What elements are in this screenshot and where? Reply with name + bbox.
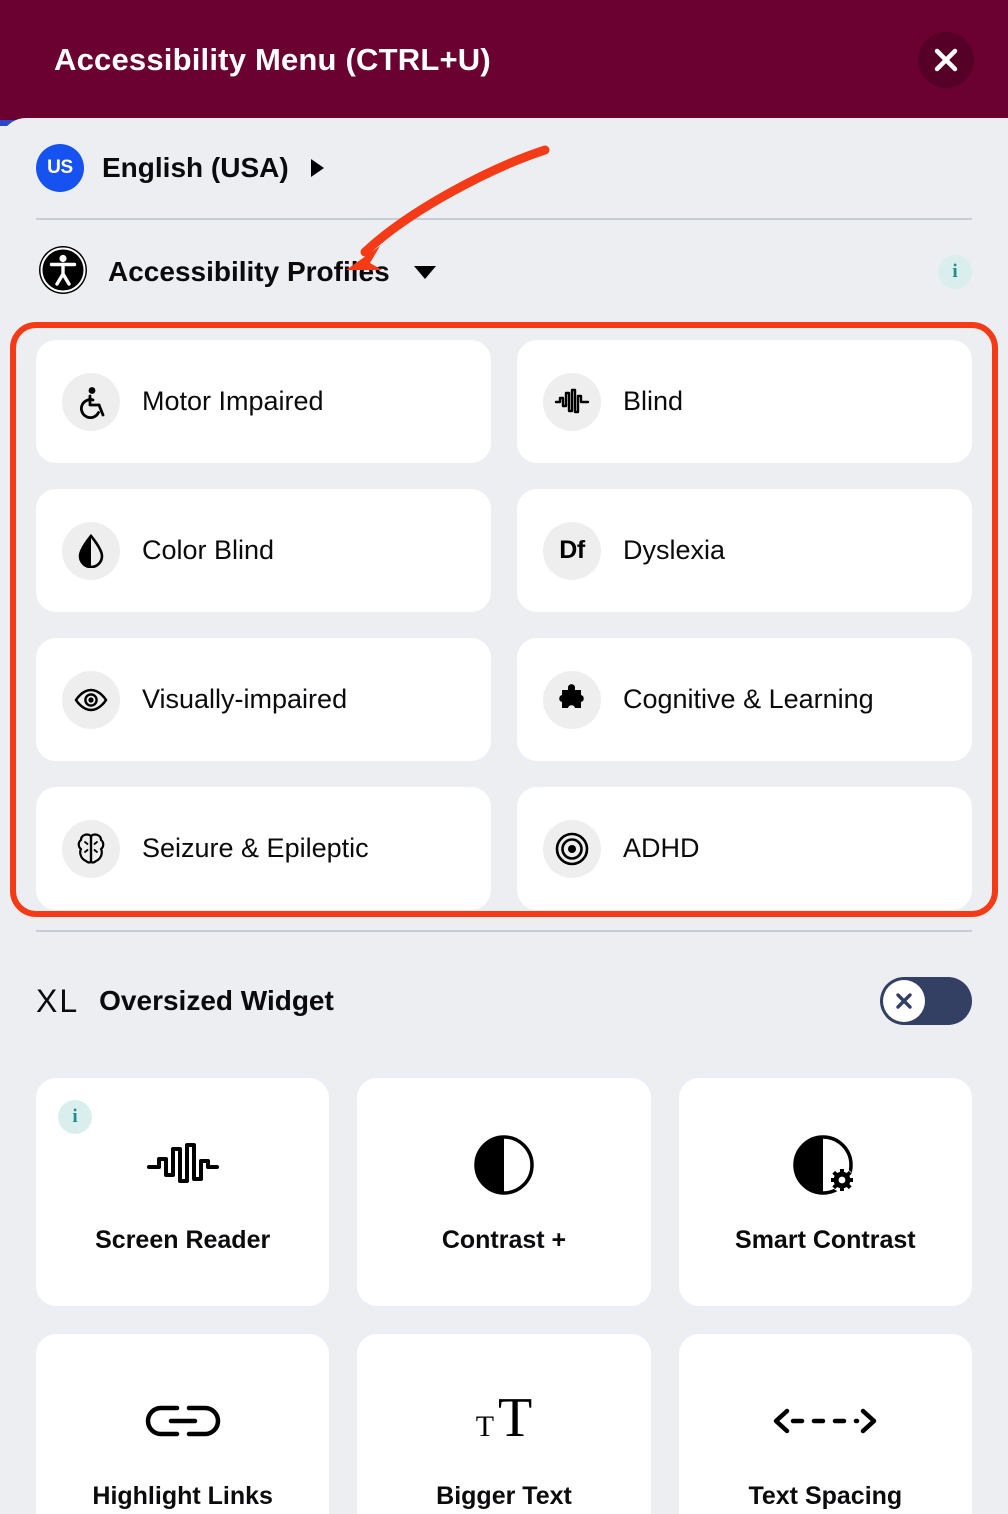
x-icon [896, 993, 912, 1009]
chevron-right-icon [310, 159, 324, 177]
df-letters-icon: Df [543, 521, 601, 580]
feature-tile-highlight-links[interactable]: Highlight Links [36, 1334, 330, 1514]
profile-card-visually-impaired[interactable]: Visually-impaired [36, 638, 491, 761]
puzzle-piece-icon [543, 670, 601, 729]
profile-card-adhd[interactable]: ADHD [517, 787, 972, 910]
feature-tile-smart-contrast[interactable]: Smart Contrast [678, 1078, 972, 1306]
profile-card-cognitive-learning[interactable]: Cognitive & Learning [517, 638, 972, 761]
feature-label: Text Spacing [748, 1481, 903, 1510]
divider [36, 930, 972, 932]
feature-label: Bigger Text [436, 1481, 572, 1510]
profile-label: ADHD [623, 833, 700, 863]
accessibility-person-icon [36, 243, 90, 302]
small-t-glyph: T [475, 1409, 495, 1443]
contrast-gear-icon [792, 1130, 858, 1200]
wheelchair-icon [62, 372, 120, 431]
profile-card-color-blind[interactable]: Color Blind [36, 489, 491, 612]
profile-card-blind[interactable]: Blind [517, 340, 972, 463]
big-t-glyph: T [498, 1386, 533, 1449]
text-size-icon: T T [476, 1386, 533, 1456]
profile-label: Color Blind [142, 535, 275, 565]
droplet-half-icon [62, 521, 120, 580]
language-label: English (USA) [102, 152, 289, 183]
feature-label: Smart Contrast [735, 1225, 916, 1254]
widget-body: US English (USA) Accessibility Profiles … [0, 118, 1008, 1514]
link-chain-icon [143, 1386, 223, 1456]
df-glyph: Df [559, 536, 585, 564]
oversized-widget-row[interactable]: XL Oversized Widget [36, 946, 972, 1056]
eye-icon [62, 670, 120, 729]
profiles-info-icon[interactable]: i [938, 255, 972, 289]
contrast-circle-icon [473, 1130, 535, 1200]
feature-tile-screen-reader[interactable]: i Screen Reader [36, 1078, 330, 1306]
soundwave-icon [543, 372, 601, 431]
feature-tile-bigger-text[interactable]: T T Bigger Text [357, 1334, 651, 1514]
xl-size-mark: XL [36, 982, 80, 1019]
feature-label: Highlight Links [92, 1481, 273, 1510]
feature-tiles-grid: i Screen Reader Contrast + Smart Contras… [36, 1056, 972, 1514]
accessibility-profiles-header[interactable]: Accessibility Profiles i [36, 220, 972, 324]
page-title: Accessibility Menu (CTRL+U) [54, 42, 491, 77]
profile-card-dyslexia[interactable]: Df Dyslexia [517, 489, 972, 612]
close-icon [934, 48, 958, 72]
language-selector[interactable]: US English (USA) [36, 118, 972, 218]
oversized-widget-label: Oversized Widget [99, 985, 334, 1016]
accessibility-profiles-grid: Motor Impaired Blind Color Blind Df Dysl… [36, 324, 972, 930]
profile-card-motor-impaired[interactable]: Motor Impaired [36, 340, 491, 463]
feature-label: Contrast + [441, 1225, 567, 1254]
country-flag-badge: US [36, 144, 84, 192]
horizontal-dashed-arrows-icon [771, 1386, 879, 1456]
profile-label: Blind [623, 386, 684, 416]
feature-tile-text-spacing[interactable]: Text Spacing [678, 1334, 972, 1514]
profile-label: Seizure & Epileptic [142, 833, 369, 863]
profile-label: Motor Impaired [142, 386, 324, 416]
oversized-widget-toggle[interactable] [880, 977, 972, 1025]
feature-tile-contrast-plus[interactable]: Contrast + [357, 1078, 651, 1306]
profile-card-seizure-epileptic[interactable]: Seizure & Epileptic [36, 787, 491, 910]
chevron-down-icon [413, 265, 436, 279]
profile-label: Visually-impaired [142, 684, 348, 714]
toggle-knob [883, 980, 925, 1022]
brain-icon [62, 819, 120, 878]
screen-reader-info-icon[interactable]: i [58, 1100, 92, 1134]
accessibility-menu-widget: Accessibility Menu (CTRL+U) US English (… [0, 0, 1008, 1514]
profile-label: Cognitive & Learning [623, 684, 874, 714]
close-button[interactable] [918, 32, 974, 88]
feature-label: Screen Reader [95, 1225, 271, 1254]
soundwave-icon [145, 1130, 221, 1200]
accessibility-profiles-label: Accessibility Profiles [108, 256, 390, 287]
widget-header: Accessibility Menu (CTRL+U) [0, 0, 1008, 120]
profile-label: Dyslexia [623, 535, 726, 565]
target-bullseye-icon [543, 819, 601, 878]
